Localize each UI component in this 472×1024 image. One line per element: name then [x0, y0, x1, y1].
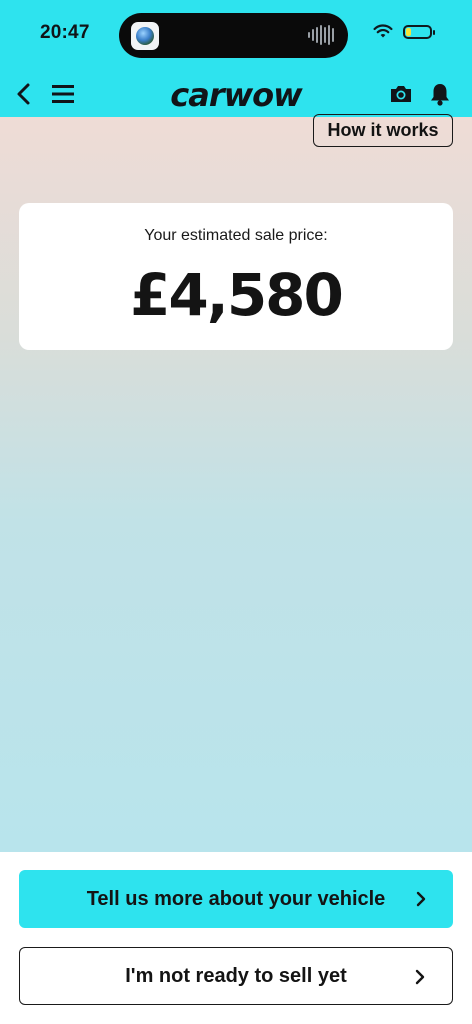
camera-icon[interactable] — [388, 82, 414, 106]
wifi-icon — [373, 24, 393, 38]
battery-icon — [403, 24, 435, 39]
tell-us-more-label: Tell us more about your vehicle — [86, 887, 386, 910]
bell-icon[interactable] — [428, 80, 452, 108]
price-label: Your estimated sale price: — [144, 227, 328, 244]
tell-us-more-button[interactable]: Tell us more about your vehicle — [19, 870, 453, 928]
price-value: £4,580 — [130, 261, 344, 329]
estimated-price-card: Your estimated sale price: £4,580 — [19, 203, 453, 350]
chevron-right-icon — [415, 969, 425, 985]
not-ready-label: I'm not ready to sell yet — [125, 964, 347, 987]
audio-wave-icon — [308, 25, 334, 45]
top-bar: 20:47 carwow — [0, 0, 472, 117]
how-it-works-button[interactable]: How it works — [313, 114, 453, 147]
maps-app-icon — [131, 22, 159, 50]
footer-actions: Tell us more about your vehicle I'm not … — [0, 852, 472, 1024]
status-icons — [373, 24, 435, 39]
nav-bar: carwow — [0, 72, 472, 117]
main-content: How it works Your estimated sale price: … — [0, 114, 472, 852]
not-ready-button[interactable]: I'm not ready to sell yet — [19, 947, 453, 1005]
chevron-right-icon — [416, 891, 426, 907]
dynamic-island[interactable] — [119, 13, 348, 58]
status-time: 20:47 — [40, 22, 90, 43]
